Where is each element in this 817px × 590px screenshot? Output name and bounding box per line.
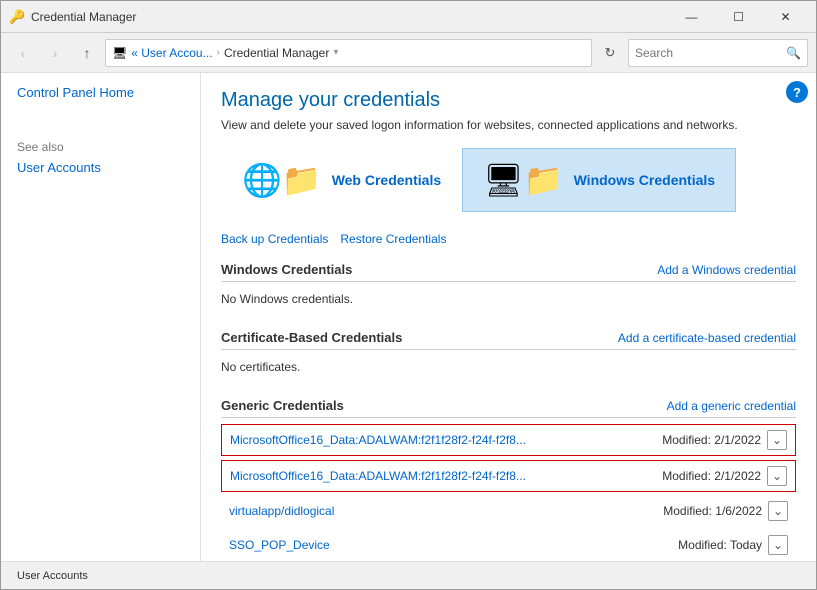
cred-row-3-name: SSO_POP_Device	[229, 538, 330, 552]
help-button[interactable]: ?	[786, 81, 808, 103]
app-icon: 🔑	[9, 9, 25, 25]
footer-text: User Accounts	[17, 570, 88, 582]
backup-credentials-link[interactable]: Back up Credentials	[221, 232, 328, 246]
generic-credentials-section: Generic Credentials Add a generic creden…	[221, 398, 796, 560]
cert-credentials-header: Certificate-Based Credentials Add a cert…	[221, 330, 796, 350]
restore-credentials-link[interactable]: Restore Credentials	[340, 232, 446, 246]
forward-button[interactable]: ›	[41, 39, 69, 67]
refresh-button[interactable]: ↻	[596, 39, 624, 67]
breadcrumb-parent[interactable]: « User Accou...	[131, 46, 212, 60]
control-panel-home-link[interactable]: Control Panel Home	[17, 85, 134, 100]
back-button[interactable]: ‹	[9, 39, 37, 67]
up-button[interactable]: ↑	[73, 39, 101, 67]
cert-credentials-empty: No certificates.	[221, 356, 796, 382]
cred-row-0-date: Modified: 2/1/2022	[662, 433, 761, 447]
cred-row-2[interactable]: virtualapp/didlogical Modified: 1/6/2022…	[221, 496, 796, 526]
windows-credentials-icon: 🖥📁	[483, 161, 563, 199]
breadcrumb-current-label: Credential Manager	[224, 46, 329, 60]
cred-row-0-right: Modified: 2/1/2022 ⌄	[662, 430, 787, 450]
user-accounts-link[interactable]: User Accounts	[17, 160, 101, 175]
window-controls: — ☐ ✕	[669, 3, 808, 31]
cred-row-2-expand[interactable]: ⌄	[768, 501, 788, 521]
breadcrumb-icon: 🖥	[112, 46, 127, 60]
page-title: Manage your credentials	[221, 89, 796, 112]
tab-windows-credentials[interactable]: 🖥📁 Windows Credentials	[462, 148, 736, 212]
maximize-button[interactable]: ☐	[716, 3, 761, 31]
cred-row-0[interactable]: MicrosoftOffice16_Data:ADALWAM:f2f1f28f2…	[221, 424, 796, 456]
cred-row-3-date: Modified: Today	[678, 538, 762, 552]
breadcrumb-separator: ›	[217, 47, 220, 58]
backup-restore-links: Back up Credentials Restore Credentials	[221, 232, 796, 246]
generic-credentials-title: Generic Credentials	[221, 398, 344, 413]
window-title: Credential Manager	[31, 10, 136, 24]
search-icon: 🔍	[786, 46, 801, 60]
credential-tabs: 🌐📁 Web Credentials 🖥📁 Windows Credential…	[221, 148, 796, 212]
breadcrumb: 🖥 « User Accou... › Credential Manager ▾	[105, 39, 592, 67]
title-bar: 🔑 Credential Manager — ☐ ✕	[1, 1, 816, 33]
breadcrumb-current: Credential Manager ▾	[224, 46, 338, 60]
page-description: View and delete your saved logon informa…	[221, 118, 796, 132]
cred-row-0-name: MicrosoftOffice16_Data:ADALWAM:f2f1f28f2…	[230, 433, 526, 447]
cred-row-2-date: Modified: 1/6/2022	[663, 504, 762, 518]
cred-row-1-right: Modified: 2/1/2022 ⌄	[662, 466, 787, 486]
windows-credentials-section: Windows Credentials Add a Windows creden…	[221, 262, 796, 314]
cred-row-2-name: virtualapp/didlogical	[229, 504, 334, 518]
cred-row-1-date: Modified: 2/1/2022	[662, 469, 761, 483]
left-nav: Control Panel Home See also User Account…	[1, 73, 201, 561]
cert-credentials-title: Certificate-Based Credentials	[221, 330, 402, 345]
minimize-button[interactable]: —	[669, 3, 714, 31]
close-button[interactable]: ✕	[763, 3, 808, 31]
windows-credentials-header: Windows Credentials Add a Windows creden…	[221, 262, 796, 282]
windows-credentials-title: Windows Credentials	[221, 262, 352, 277]
add-windows-credential-link[interactable]: Add a Windows credential	[657, 263, 796, 277]
content-area: ? Manage your credentials View and delet…	[201, 73, 816, 561]
tab-web-credentials[interactable]: 🌐📁 Web Credentials	[221, 148, 462, 212]
add-cert-credential-link[interactable]: Add a certificate-based credential	[618, 331, 796, 345]
tab-web-credentials-label: Web Credentials	[332, 172, 441, 188]
status-bar: User Accounts	[1, 561, 816, 589]
add-generic-credential-link[interactable]: Add a generic credential	[667, 399, 796, 413]
cred-row-3-right: Modified: Today ⌄	[678, 535, 788, 555]
main-area: Control Panel Home See also User Account…	[1, 73, 816, 561]
breadcrumb-dropdown-icon[interactable]: ▾	[333, 47, 338, 58]
cred-row-1-expand[interactable]: ⌄	[767, 466, 787, 486]
web-credentials-icon: 🌐📁	[242, 161, 322, 199]
cred-row-0-expand[interactable]: ⌄	[767, 430, 787, 450]
search-input[interactable]	[635, 46, 786, 60]
tab-windows-credentials-label: Windows Credentials	[574, 172, 715, 188]
windows-credentials-empty: No Windows credentials.	[221, 288, 796, 314]
cred-row-2-right: Modified: 1/6/2022 ⌄	[663, 501, 788, 521]
address-bar: ‹ › ↑ 🖥 « User Accou... › Credential Man…	[1, 33, 816, 73]
cert-credentials-section: Certificate-Based Credentials Add a cert…	[221, 330, 796, 382]
search-bar: 🔍	[628, 39, 808, 67]
cred-row-1-name: MicrosoftOffice16_Data:ADALWAM:f2f1f28f2…	[230, 469, 526, 483]
cred-row-3-expand[interactable]: ⌄	[768, 535, 788, 555]
cred-row-3[interactable]: SSO_POP_Device Modified: Today ⌄	[221, 530, 796, 560]
see-also-section: See also User Accounts	[17, 140, 184, 175]
cred-row-1[interactable]: MicrosoftOffice16_Data:ADALWAM:f2f1f28f2…	[221, 460, 796, 492]
generic-credentials-header: Generic Credentials Add a generic creden…	[221, 398, 796, 418]
see-also-title: See also	[17, 140, 184, 154]
